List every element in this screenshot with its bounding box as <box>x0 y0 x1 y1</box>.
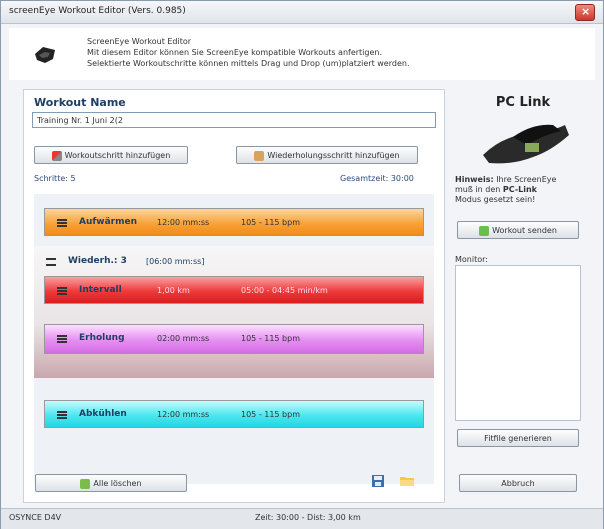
drag-handle-icon[interactable] <box>57 335 67 343</box>
repeat-time: [06:00 mm:ss] <box>146 257 205 266</box>
delete-all-button[interactable]: Alle löschen <box>35 474 187 492</box>
step-target: 105 - 115 bpm <box>241 218 301 227</box>
step-target: 105 - 115 bpm <box>241 334 301 343</box>
add-step-button[interactable]: Workoutschritt hinzufügen <box>34 146 188 164</box>
step-cooldown[interactable]: Abkühlen 12:00 mm:ss 105 - 115 bpm <box>44 400 424 428</box>
save-icon[interactable] <box>371 474 385 488</box>
header-panel: ScreenEye Workout Editor Mit diesem Edit… <box>9 28 595 80</box>
runner-icon <box>51 150 62 161</box>
total-time: Gesamtzeit: 30:00 <box>340 174 414 183</box>
hint-line-1: Ihre ScreenEye <box>493 175 557 184</box>
monitor-label: Monitor: <box>455 255 488 264</box>
open-folder-icon[interactable] <box>399 475 415 487</box>
header-line-1: Mit diesem Editor können Sie ScreenEye k… <box>87 48 383 57</box>
step-target: 105 - 115 bpm <box>241 410 301 419</box>
header-description: ScreenEye Workout Editor Mit diesem Edit… <box>87 36 409 69</box>
step-recovery[interactable]: Erholung 02:00 mm:ss 105 - 115 bpm <box>44 324 424 354</box>
title-bar: screenEye Workout Editor (Vers. 0.985) × <box>1 1 603 24</box>
steps-list: Aufwärmen 12:00 mm:ss 105 - 115 bpm Wied… <box>34 194 434 484</box>
add-step-label: Workoutschritt hinzufügen <box>64 151 171 160</box>
status-summary: Zeit: 30:00 - Dist: 3,00 km <box>255 513 361 522</box>
steps-count: Schritte: 5 <box>34 174 76 183</box>
step-duration: 12:00 mm:ss <box>157 410 210 419</box>
status-bar: OSYNCE D4V Zeit: 30:00 - Dist: 3,00 km <box>1 508 603 529</box>
add-repeat-button[interactable]: Wiederholungsschritt hinzufügen <box>236 146 418 164</box>
step-name: Abkühlen <box>79 409 127 419</box>
pc-link-panel: PC Link Hinweis: Ihre ScreenEye muß in d… <box>453 89 593 501</box>
hint-line-2a: muß in den <box>455 185 503 194</box>
step-interval[interactable]: Intervall 1,00 km 05:00 - 04:45 min/km <box>44 276 424 304</box>
pc-link-title: PC Link <box>495 95 551 110</box>
generate-fitfile-button[interactable]: Fitfile generieren <box>457 429 579 447</box>
repeat-label: Wiederh.: 3 <box>68 256 127 266</box>
monitor-area[interactable] <box>455 265 581 421</box>
step-warmup[interactable]: Aufwärmen 12:00 mm:ss 105 - 115 bpm <box>44 208 424 236</box>
send-workout-button[interactable]: Workout senden <box>457 221 579 239</box>
repeat-block[interactable]: Wiederh.: 3 [06:00 mm:ss] Intervall 1,00… <box>34 246 434 378</box>
header-line-2: Selektierte Workoutschritte können mitte… <box>87 59 410 68</box>
visor-image <box>483 124 569 164</box>
cancel-button[interactable]: Abbruch <box>459 474 577 492</box>
delete-icon <box>80 478 91 489</box>
step-duration: 12:00 mm:ss <box>157 218 210 227</box>
step-name: Intervall <box>79 285 122 295</box>
drag-handle-icon[interactable] <box>57 219 67 227</box>
send-icon <box>479 225 490 236</box>
step-target: 05:00 - 04:45 min/km <box>241 286 328 295</box>
pc-link-hint: Hinweis: Ihre ScreenEye muß in den PC-Li… <box>455 175 593 205</box>
hint-prefix: Hinweis: <box>455 175 494 184</box>
delete-all-label: Alle löschen <box>93 479 142 488</box>
app-window: screenEye Workout Editor (Vers. 0.985) ×… <box>0 0 604 529</box>
window-title: screenEye Workout Editor (Vers. 0.985) <box>9 6 186 16</box>
screeneye-logo-icon <box>35 47 55 63</box>
drag-handle-icon[interactable] <box>57 411 67 419</box>
repeat-icon <box>254 150 265 161</box>
add-repeat-label: Wiederholungsschritt hinzufügen <box>267 151 400 160</box>
send-workout-label: Workout senden <box>492 226 557 235</box>
hint-line-2b: PC-Link <box>502 185 537 194</box>
step-duration: 02:00 mm:ss <box>157 334 210 343</box>
hint-line-3: Modus gesetzt sein! <box>455 195 536 204</box>
step-name: Erholung <box>79 333 125 343</box>
workout-name-label: Workout Name <box>34 96 126 109</box>
drag-handle-icon[interactable] <box>46 258 56 266</box>
close-icon: × <box>581 5 591 18</box>
step-distance: 1,00 km <box>157 286 190 295</box>
close-button[interactable]: × <box>575 4 595 21</box>
fitfile-label: Fitfile generieren <box>484 434 552 443</box>
header-title: ScreenEye Workout Editor <box>87 37 192 46</box>
step-name: Aufwärmen <box>79 217 138 227</box>
workout-panel: Workout Name Training Nr. 1 Juni 2(2 Wor… <box>23 89 445 503</box>
drag-handle-icon[interactable] <box>57 287 67 295</box>
status-device: OSYNCE D4V <box>9 513 62 522</box>
workout-name-input[interactable]: Training Nr. 1 Juni 2(2 <box>32 112 436 128</box>
cancel-label: Abbruch <box>501 479 535 488</box>
